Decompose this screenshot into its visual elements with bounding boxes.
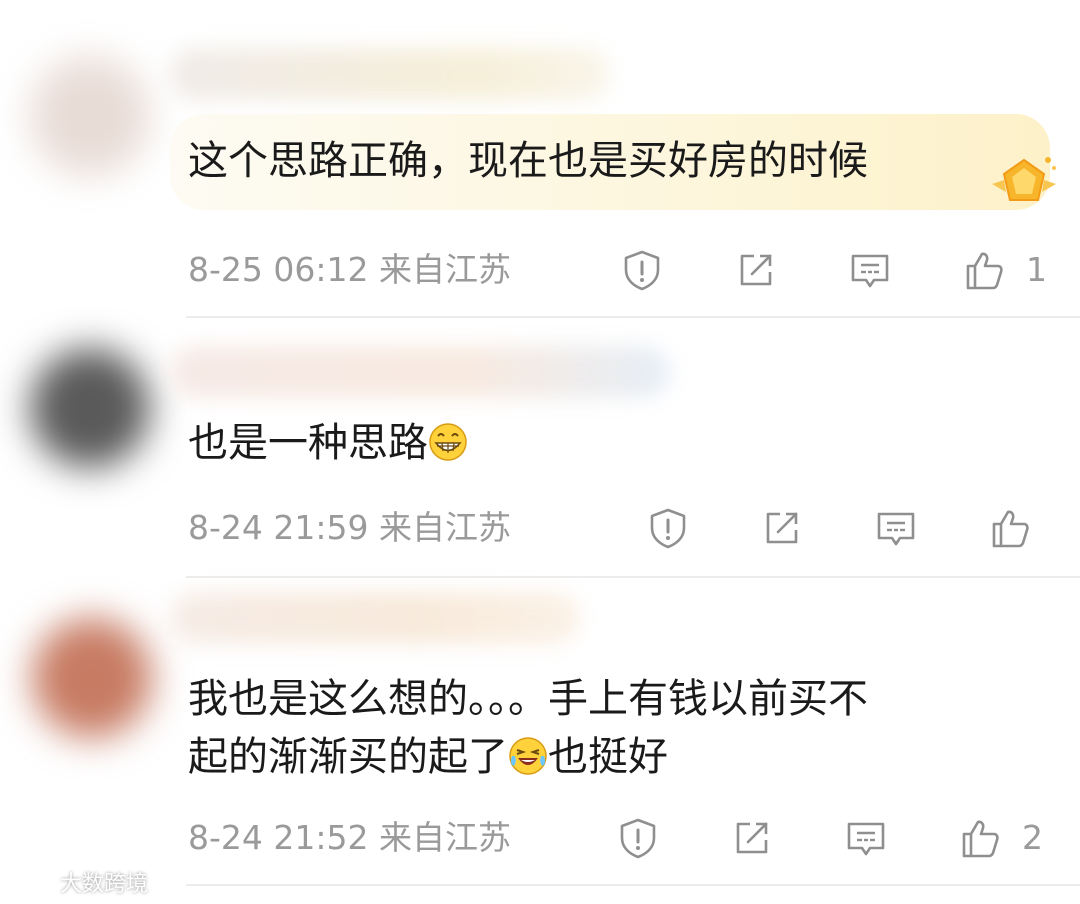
comment-text-line: 起的渐渐买的起了 也挺好 (188, 728, 868, 786)
shield-exclamation-icon (650, 508, 686, 549)
comment-item: 我也是这么想的。。。手上有钱以前买不 起的渐渐买的起了 也挺好 8-24 21:5… (0, 578, 1080, 904)
location-text: 来自江苏 (379, 250, 511, 289)
thumbs-up-icon (966, 252, 1003, 290)
text-segment: 也是一种思路 (188, 420, 428, 466)
comment-text-line: 我也是这么想的。。。手上有钱以前买不 (188, 676, 868, 722)
square-arrow-icon (736, 822, 768, 854)
watermark: 大数跨境 (12, 866, 148, 898)
like-button[interactable] (988, 506, 1032, 550)
avatar[interactable] (30, 348, 150, 468)
date-text: 8-25 06:12 (188, 250, 369, 289)
comment-text-line: 也是一种思路 (188, 414, 468, 472)
square-arrow-icon (766, 512, 798, 544)
thumbs-up-icon (992, 510, 1029, 548)
repost-button[interactable] (760, 506, 804, 550)
like-button[interactable] (962, 248, 1006, 292)
comment-date: 8-24 21:52 来自江苏 (188, 818, 511, 858)
comment-text[interactable]: 我也是这么想的。。。手上有钱以前买不 起的渐渐买的起了 也挺好 (188, 670, 868, 786)
watermark-logo-icon (14, 873, 52, 891)
comment-item: 这个思路正确，现在也是买好房的时候 8-25 06:12 来自江苏 1 (0, 0, 1080, 320)
comment-bubble-icon (847, 822, 885, 856)
comment-meta: 8-24 21:59 来自江苏 (188, 498, 1068, 558)
comment-text-line: 这个思路正确，现在也是买好房的时候 (188, 138, 868, 184)
date-text: 8-24 21:59 (188, 508, 369, 547)
like-count: 2 (1022, 818, 1043, 857)
reply-button[interactable] (844, 816, 888, 860)
report-button[interactable] (646, 506, 690, 550)
comment-text[interactable]: 这个思路正确，现在也是买好房的时候 (188, 132, 868, 190)
comment-item: 也是一种思路 8-24 21:59 来自江苏 (0, 320, 1080, 578)
text-segment: 起的渐渐买的起了 (188, 734, 508, 780)
reply-button[interactable] (848, 248, 892, 292)
square-arrow-icon (740, 254, 772, 286)
comment-date: 8-24 21:59 来自江苏 (188, 508, 511, 548)
comment-meta: 8-25 06:12 来自江苏 1 (188, 240, 1068, 300)
reply-button[interactable] (874, 506, 918, 550)
date-text: 8-24 21:52 (188, 818, 369, 857)
comment-date: 8-25 06:12 来自江苏 (188, 250, 511, 290)
laugh-cry-emoji-icon (508, 736, 548, 776)
report-button[interactable] (616, 816, 660, 860)
location-text: 来自江苏 (379, 818, 511, 857)
shield-exclamation-icon (620, 818, 656, 859)
divider (186, 884, 1080, 886)
repost-button[interactable] (730, 816, 774, 860)
comment-meta: 8-24 21:52 来自江苏 2 (188, 808, 1068, 868)
watermark-text: 大数跨境 (60, 872, 149, 897)
repost-button[interactable] (734, 248, 778, 292)
username[interactable] (170, 592, 580, 644)
text-segment: 也挺好 (548, 734, 668, 780)
comment-bubble-icon (877, 512, 915, 546)
comment-text[interactable]: 也是一种思路 (188, 414, 468, 472)
username[interactable] (170, 346, 670, 398)
avatar[interactable] (30, 56, 150, 176)
username[interactable] (170, 48, 610, 100)
like-count: 1 (1026, 250, 1047, 289)
like-button[interactable] (958, 816, 1002, 860)
thumbs-up-icon (962, 820, 999, 858)
divider (186, 316, 1080, 318)
grin-emoji-icon (428, 422, 468, 462)
comment-bubble-icon (851, 254, 889, 288)
fan-badge-icon (986, 150, 1062, 214)
shield-exclamation-icon (624, 250, 660, 291)
location-text: 来自江苏 (379, 508, 511, 547)
avatar[interactable] (32, 618, 152, 738)
report-button[interactable] (620, 248, 664, 292)
